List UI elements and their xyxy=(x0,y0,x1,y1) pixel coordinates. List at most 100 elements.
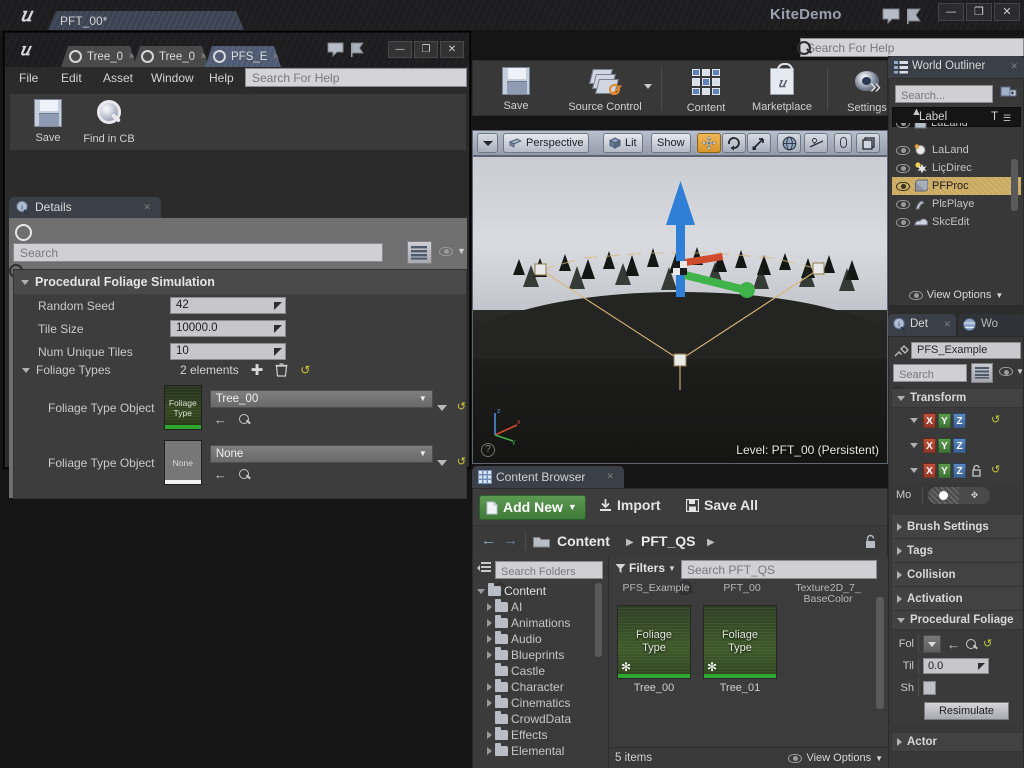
viewport-help-icon[interactable]: ? xyxy=(481,443,495,457)
editor-tab-tree_0[interactable]: Tree_0 ✕ xyxy=(61,46,137,67)
asset-thumbnail[interactable]: Foliage Type ✻ xyxy=(617,605,691,679)
asset-tile[interactable]: Foliage Type ✻ Tree_01 xyxy=(703,605,777,694)
main-help-search-input[interactable] xyxy=(807,40,999,56)
transform-scale-button[interactable] xyxy=(747,133,771,153)
chevron-right-icon[interactable] xyxy=(487,699,492,707)
outliner-row[interactable]: SkcEdit xyxy=(892,213,1021,231)
chevron-right-icon[interactable] xyxy=(487,731,492,739)
toolbar-marketplace-button[interactable]: 𝑢 Marketplace xyxy=(741,63,823,115)
close-button[interactable]: ✕ xyxy=(440,41,464,58)
axis-field-z[interactable]: Z xyxy=(953,413,966,428)
foliage-spawner-dropdown[interactable] xyxy=(923,635,941,653)
axis-field-x[interactable]: X xyxy=(923,438,936,453)
asset-thumbnail[interactable]: Foliage Type ✻ xyxy=(703,605,777,679)
chevron-down-icon[interactable] xyxy=(910,443,918,448)
chevron-down-icon[interactable] xyxy=(477,588,485,594)
toolbar-content-button[interactable]: Content xyxy=(669,65,743,115)
folder-item-character[interactable]: Character xyxy=(477,679,597,695)
folder-filter-icon[interactable] xyxy=(477,562,491,575)
folder-item-cinematics[interactable]: Cinematics xyxy=(477,695,597,711)
chevron-down-icon[interactable] xyxy=(910,418,918,423)
asset-editor-help-input[interactable] xyxy=(246,69,466,87)
create-actor-icon[interactable] xyxy=(999,84,1018,101)
lock-icon[interactable] xyxy=(971,464,982,477)
browse-asset-icon[interactable] xyxy=(238,413,250,425)
eyedropper-icon[interactable] xyxy=(893,342,909,358)
breadcrumb-pft-qs[interactable]: PFT_QS xyxy=(641,533,695,549)
menu-edit[interactable]: Edit xyxy=(61,71,82,85)
translate-gizmo[interactable] xyxy=(651,167,771,327)
axis-field-y[interactable]: Y xyxy=(938,413,951,428)
coordinate-system-button[interactable] xyxy=(777,133,801,153)
folder-item-audio[interactable]: Audio xyxy=(477,631,597,647)
surface-snap-button[interactable] xyxy=(804,133,828,153)
asset-details-close-icon[interactable]: ✕ xyxy=(143,202,151,213)
asset-view-options-button[interactable]: View Options ▼ xyxy=(788,752,883,764)
asset-editor-save-button[interactable]: Save xyxy=(16,97,80,149)
filters-button[interactable]: Filters ▼ xyxy=(615,561,676,575)
outliner-view-options-button[interactable]: View Options ▼ xyxy=(889,289,1023,301)
section-header-activation[interactable]: Activation xyxy=(892,587,1022,611)
outliner-row[interactable]: LaLand xyxy=(892,141,1021,159)
world-settings-tab[interactable]: Wo xyxy=(958,314,1024,336)
eye-icon[interactable] xyxy=(896,123,910,128)
asset-view-scrollbar[interactable] xyxy=(876,597,884,709)
eye-icon[interactable] xyxy=(896,217,910,227)
use-selected-asset-icon[interactable]: ← xyxy=(214,413,227,426)
transform-rotate-button[interactable] xyxy=(722,133,746,153)
foliage-type-thumbnail[interactable]: Foliage Type xyxy=(163,385,202,430)
section-header-collision[interactable]: Collision xyxy=(892,563,1022,587)
folder-item-ai[interactable]: AI xyxy=(477,599,597,615)
forward-arrow-icon[interactable]: → xyxy=(503,533,518,549)
toolbar-source-control-button[interactable]: Source Control xyxy=(555,65,655,115)
browse-asset-icon[interactable] xyxy=(238,468,250,480)
reset-icon[interactable]: ↺ xyxy=(300,363,310,377)
property-input-num-unique-tiles[interactable]: 10 xyxy=(170,343,286,360)
section-header-brush-settings[interactable]: Brush Settings xyxy=(892,515,1022,539)
add-new-button[interactable]: Add New ▼ xyxy=(479,495,586,520)
axis-field-x[interactable]: X xyxy=(923,463,936,478)
eyedropper-circle-icon[interactable] xyxy=(15,224,32,241)
asset-details-tab[interactable]: i Details ✕ xyxy=(9,197,161,218)
display-filter-button[interactable] xyxy=(971,363,993,383)
section-header-procedural-foliage-simulation[interactable]: Procedural Foliage Simulation xyxy=(14,270,466,294)
chevron-right-icon[interactable] xyxy=(487,603,492,611)
editor-tab-pfs_e[interactable]: PFS_E ✕ xyxy=(205,46,281,67)
viewport-view-mode-button[interactable]: Lit xyxy=(603,133,643,153)
menu-window[interactable]: Window xyxy=(151,71,194,85)
browse-asset-icon[interactable] xyxy=(966,638,977,650)
details-view-options-button[interactable]: ▼ xyxy=(999,367,1024,376)
asset-details-search-box[interactable] xyxy=(9,243,383,278)
eye-icon[interactable] xyxy=(896,181,910,191)
chevron-right-icon[interactable] xyxy=(487,619,492,627)
world-outliner-tab[interactable]: World Outliner ✕ xyxy=(888,56,1024,78)
folder-item-blueprints[interactable]: Blueprints xyxy=(477,647,597,663)
content-browser-tab[interactable]: Content Browser ✕ xyxy=(472,466,624,488)
world-outliner-close-icon[interactable]: ✕ xyxy=(1010,61,1018,72)
asset-editor-help-search[interactable] xyxy=(242,68,467,103)
transform-axis-fields[interactable]: XYZ xyxy=(923,413,966,428)
transform-axis-fields[interactable]: XYZ xyxy=(923,463,966,478)
axis-field-y[interactable]: Y xyxy=(938,463,951,478)
save-all-button[interactable]: Save All xyxy=(686,497,758,513)
property-input-tile-size[interactable]: 10000.0 xyxy=(170,320,286,337)
maximize-button[interactable]: ❐ xyxy=(414,41,438,58)
folder-item-animations[interactable]: Animations xyxy=(477,615,597,631)
section-header-actor[interactable]: Actor xyxy=(892,733,1022,752)
asset-name-partial[interactable]: PFS_Example xyxy=(613,583,699,605)
reset-icon[interactable]: ↺ xyxy=(991,465,1000,476)
reset-icon[interactable]: ↺ xyxy=(991,415,1000,426)
resimulate-button[interactable]: Resimulate xyxy=(924,702,1009,720)
chevron-right-icon[interactable] xyxy=(487,651,492,659)
axis-field-z[interactable]: Z xyxy=(953,438,966,453)
level-viewport[interactable]: z x y ? Level: PFT_00 (Persistent) xyxy=(472,156,888,464)
details-display-filter-button[interactable] xyxy=(407,241,432,264)
transform-translate-button[interactable] xyxy=(697,133,721,153)
menu-file[interactable]: File xyxy=(19,71,38,85)
foliage-type-thumbnail[interactable]: None xyxy=(163,440,202,485)
folder-item-elemental[interactable]: Elemental xyxy=(477,743,597,759)
asset-search-box[interactable] xyxy=(678,560,877,595)
folder-item-crowddata[interactable]: CrowdData xyxy=(477,711,597,727)
asset-editor-window-controls[interactable]: — ❐ ✕ xyxy=(388,41,464,58)
outliner-row[interactable]: LiçDirec xyxy=(892,159,1021,177)
